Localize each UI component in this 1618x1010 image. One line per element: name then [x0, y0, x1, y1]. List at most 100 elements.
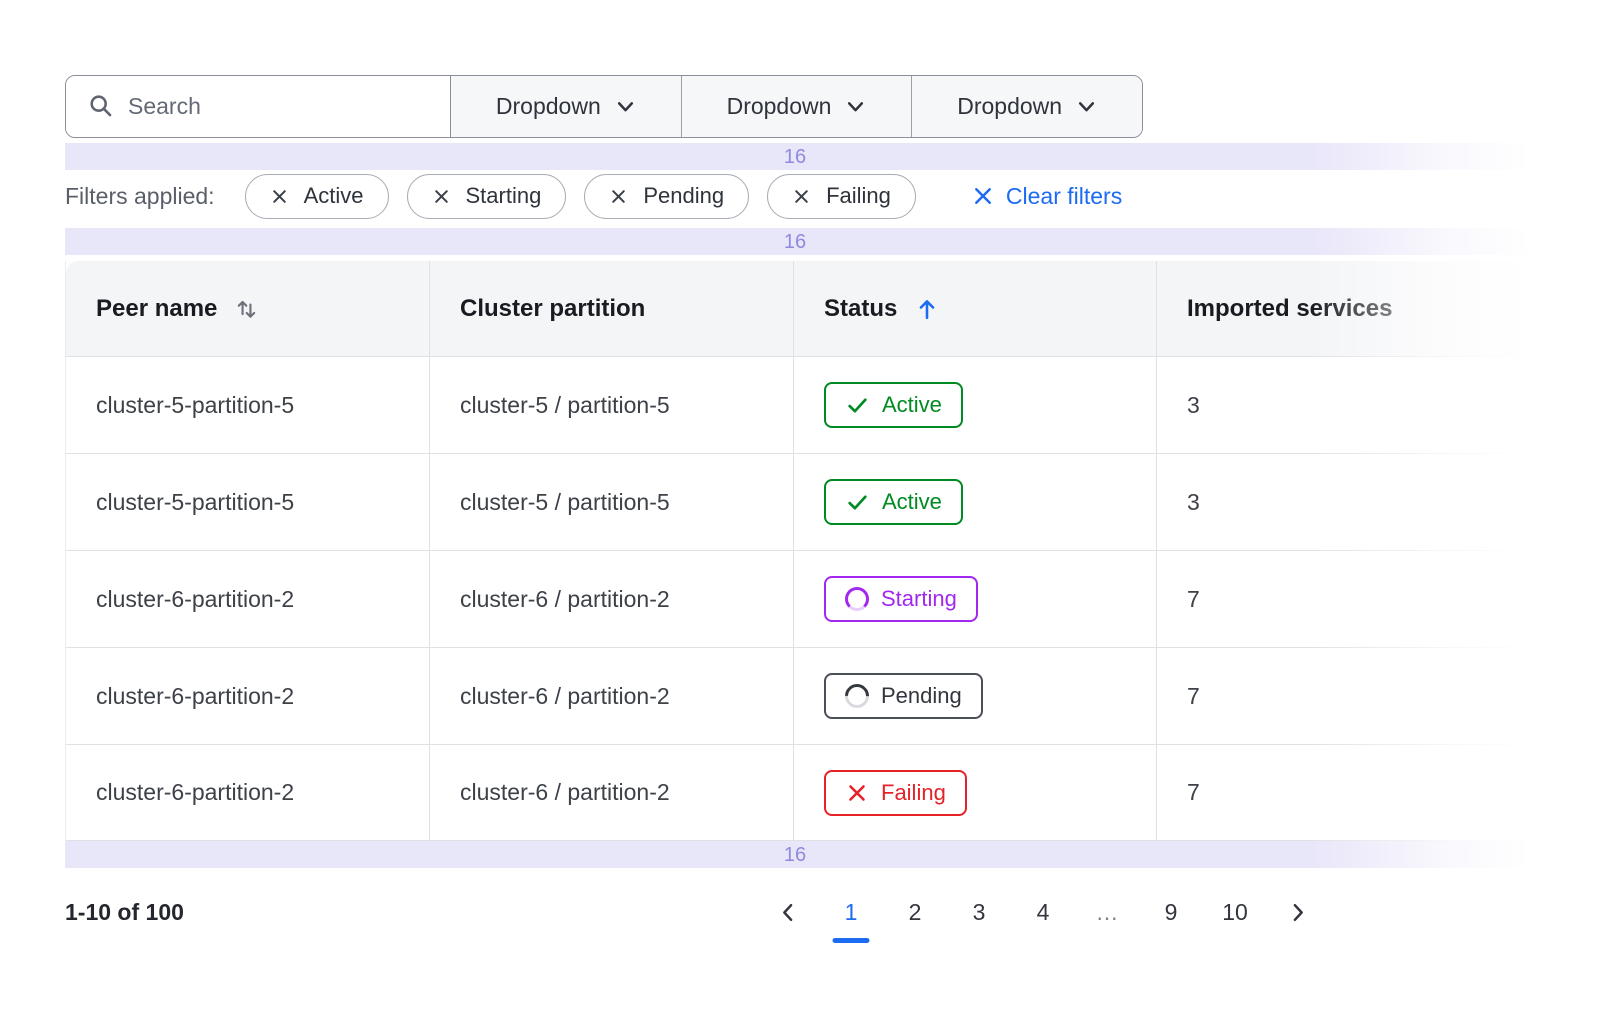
peers-table: Peer name Cluster partition Status Impor…: [65, 261, 1525, 841]
column-header-peer-name[interactable]: Peer name: [66, 261, 429, 356]
cell-peer-name: cluster-6-partition-2: [66, 745, 429, 840]
cell-cluster-partition: cluster-5 / partition-5: [429, 454, 793, 550]
status-badge-failing: Failing: [824, 770, 967, 816]
cell-peer-name: cluster-5-partition-5: [66, 357, 429, 453]
dropdown-button-2[interactable]: Dropdown: [682, 76, 913, 137]
pagination-page-4[interactable]: 4: [1029, 899, 1057, 926]
cell-imported-services: 7: [1156, 648, 1525, 744]
pager-controls: 1 2 3 4 … 9 10: [776, 899, 1310, 926]
cell-status: Active: [793, 454, 1156, 550]
status-badge-active: Active: [824, 479, 963, 525]
column-header-label: Cluster partition: [460, 295, 645, 323]
status-badge-active: Active: [824, 382, 963, 428]
filter-chip-label: Starting: [466, 183, 542, 209]
pagination-bar: 1-10 of 100 1 2 3 4 … 9 10: [65, 882, 1525, 942]
check-icon: [845, 490, 870, 515]
chevron-down-icon: [615, 96, 636, 117]
dropdown-label: Dropdown: [496, 93, 601, 120]
filter-chip-starting[interactable]: Starting: [407, 174, 567, 219]
status-badge-label: Pending: [881, 683, 962, 709]
column-header-cluster-partition: Cluster partition: [429, 261, 793, 356]
cell-status: Starting: [793, 551, 1156, 647]
column-header-label: Peer name: [96, 295, 217, 323]
sort-icon: [233, 295, 260, 322]
column-header-label: Status: [824, 295, 897, 323]
dropdown-label: Dropdown: [727, 93, 832, 120]
chevron-down-icon: [845, 96, 866, 117]
filter-chip-label: Pending: [643, 183, 724, 209]
cell-imported-services: 7: [1156, 745, 1525, 840]
search-field[interactable]: [66, 76, 451, 137]
cell-cluster-partition: cluster-6 / partition-2: [429, 551, 793, 647]
pagination-page-1[interactable]: 1: [837, 899, 865, 926]
status-badge-starting: Starting: [824, 576, 978, 622]
chevron-left-icon: [776, 900, 801, 925]
loading-spinner-icon: [845, 587, 869, 611]
cell-imported-services: 3: [1156, 357, 1525, 453]
cell-cluster-partition: cluster-6 / partition-2: [429, 648, 793, 744]
column-header-label: Imported services: [1187, 295, 1392, 323]
cell-status: Active: [793, 357, 1156, 453]
filter-toolbar: Dropdown Dropdown Dropdown: [65, 75, 1143, 138]
spacing-annotation-bar: 16: [65, 143, 1525, 170]
search-input[interactable]: [128, 93, 408, 120]
table-row: cluster-5-partition-5 cluster-5 / partit…: [66, 356, 1525, 453]
cell-peer-name: cluster-5-partition-5: [66, 454, 429, 550]
status-badge-label: Starting: [881, 586, 957, 612]
status-badge-label: Active: [882, 489, 942, 515]
dismiss-icon: [270, 187, 289, 206]
pagination-page-2[interactable]: 2: [901, 899, 929, 926]
x-icon: [845, 781, 869, 805]
check-icon: [845, 393, 870, 418]
search-icon: [88, 93, 115, 120]
dropdown-button-1[interactable]: Dropdown: [451, 76, 682, 137]
pagination-prev-button[interactable]: [776, 900, 801, 925]
cell-peer-name: cluster-6-partition-2: [66, 551, 429, 647]
pagination-page-3[interactable]: 3: [965, 899, 993, 926]
spacing-value: 16: [784, 147, 806, 167]
cell-imported-services: 7: [1156, 551, 1525, 647]
dropdown-button-3[interactable]: Dropdown: [912, 76, 1142, 137]
filter-chip-label: Active: [304, 183, 364, 209]
filter-chip-failing[interactable]: Failing: [767, 174, 916, 219]
pagination-page-9[interactable]: 9: [1157, 899, 1185, 926]
status-badge-label: Failing: [881, 780, 946, 806]
cell-cluster-partition: cluster-6 / partition-2: [429, 745, 793, 840]
sort-ascending-icon: [913, 295, 941, 323]
chevron-down-icon: [1076, 96, 1097, 117]
column-header-imported-services: Imported services: [1156, 261, 1525, 356]
cell-peer-name: cluster-6-partition-2: [66, 648, 429, 744]
filter-chip-active[interactable]: Active: [245, 174, 389, 219]
status-badge-label: Active: [882, 392, 942, 418]
filter-chip-label: Failing: [826, 183, 891, 209]
clear-filters-button[interactable]: Clear filters: [972, 183, 1122, 210]
spacing-annotation-bar: 16: [65, 841, 1525, 868]
clear-icon: [972, 185, 994, 207]
spacing-value: 16: [784, 232, 806, 252]
table-row: cluster-6-partition-2 cluster-6 / partit…: [66, 550, 1525, 647]
table-header-row: Peer name Cluster partition Status Impor…: [66, 261, 1525, 356]
table-row: cluster-5-partition-5 cluster-5 / partit…: [66, 453, 1525, 550]
filters-applied-label: Filters applied:: [65, 183, 215, 210]
cell-cluster-partition: cluster-5 / partition-5: [429, 357, 793, 453]
cell-status: Failing: [793, 745, 1156, 840]
filters-applied-row: Filters applied: Active Starting Pending…: [65, 170, 1525, 222]
dismiss-icon: [432, 187, 451, 206]
clear-filters-label: Clear filters: [1006, 183, 1122, 210]
table-row: cluster-6-partition-2 cluster-6 / partit…: [66, 744, 1525, 841]
page-content: Dropdown Dropdown Dropdown 16 Filters ap…: [65, 75, 1525, 942]
chevron-right-icon: [1285, 900, 1310, 925]
pagination-page-10[interactable]: 10: [1221, 899, 1249, 926]
table-row: cluster-6-partition-2 cluster-6 / partit…: [66, 647, 1525, 744]
column-header-status[interactable]: Status: [793, 261, 1156, 356]
pagination-ellipsis: …: [1093, 899, 1121, 926]
dismiss-icon: [792, 187, 811, 206]
pagination-next-button[interactable]: [1285, 900, 1310, 925]
cell-status: Pending: [793, 648, 1156, 744]
cell-imported-services: 3: [1156, 454, 1525, 550]
loading-spinner-icon: [840, 679, 874, 713]
spacing-value: 16: [784, 845, 806, 865]
pagination-range-label: 1-10 of 100: [65, 899, 184, 926]
dismiss-icon: [609, 187, 628, 206]
filter-chip-pending[interactable]: Pending: [584, 174, 749, 219]
